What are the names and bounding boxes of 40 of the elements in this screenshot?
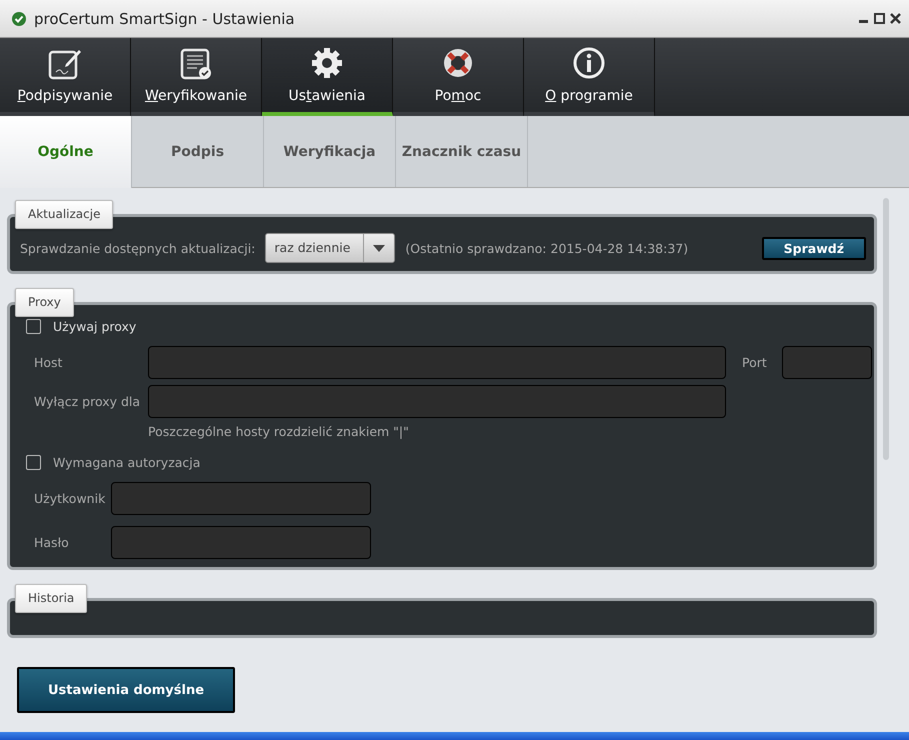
settings-icon (310, 46, 344, 80)
username-field[interactable] (111, 482, 371, 515)
update-check-label: Sprawdzanie dostępnych aktualizacji: (20, 240, 256, 256)
nav-tab[interactable]: Pomoc (393, 38, 524, 116)
app-logo-icon (12, 12, 26, 26)
checkbox[interactable] (26, 455, 41, 470)
field-label: Hasło (34, 535, 70, 550)
settings-tab[interactable]: Ogólne (0, 116, 132, 188)
group-legend: Historia (28, 591, 74, 605)
last-checked-text: (Ostatnio sprawdzano: 2015-04-28 14:38:37) (405, 240, 688, 256)
field-label: Użytkownik (34, 491, 104, 506)
hint-text: Poszczególne hosty rozdzielić znakiem "|" (148, 424, 410, 439)
frequency-dropdown[interactable]: raz dziennie (265, 233, 396, 263)
window-title: proCertum SmartSign - Ustawienia (34, 10, 296, 28)
password-field[interactable] (111, 526, 371, 559)
checkbox-label: Używaj proxy (53, 319, 136, 334)
scrollbar-thumb[interactable] (883, 198, 889, 460)
exclude-hosts-field[interactable] (148, 385, 726, 418)
maximize-icon[interactable] (874, 13, 885, 24)
port-field[interactable] (782, 346, 872, 379)
group-legend: Aktualizacje (28, 207, 100, 221)
nav-tab[interactable]: Podpisywanie (0, 38, 131, 116)
group-legend: Proxy (28, 295, 61, 309)
field-label: Host (34, 355, 64, 370)
close-icon[interactable] (890, 13, 901, 24)
info-icon (572, 46, 606, 80)
nav-tab[interactable]: Ustawienia (262, 38, 393, 116)
field-label: Port (742, 355, 768, 370)
check-button[interactable]: Sprawdź (762, 236, 866, 260)
caret-icon (373, 244, 386, 252)
field-label: Wyłącz proxy dla (34, 394, 140, 409)
signature-pad-icon (48, 48, 82, 80)
checkbox[interactable] (26, 319, 41, 334)
host-field[interactable] (148, 346, 726, 379)
default-settings-button[interactable]: Ustawienia domyślne (17, 667, 235, 713)
lifebuoy-icon (441, 46, 475, 80)
nav-tab[interactable]: Weryfikowanie (131, 38, 262, 116)
checkbox-label: Wymagana autoryzacja (53, 455, 200, 470)
nav-tab[interactable]: O programie (524, 38, 655, 116)
document-check-icon (179, 48, 213, 80)
